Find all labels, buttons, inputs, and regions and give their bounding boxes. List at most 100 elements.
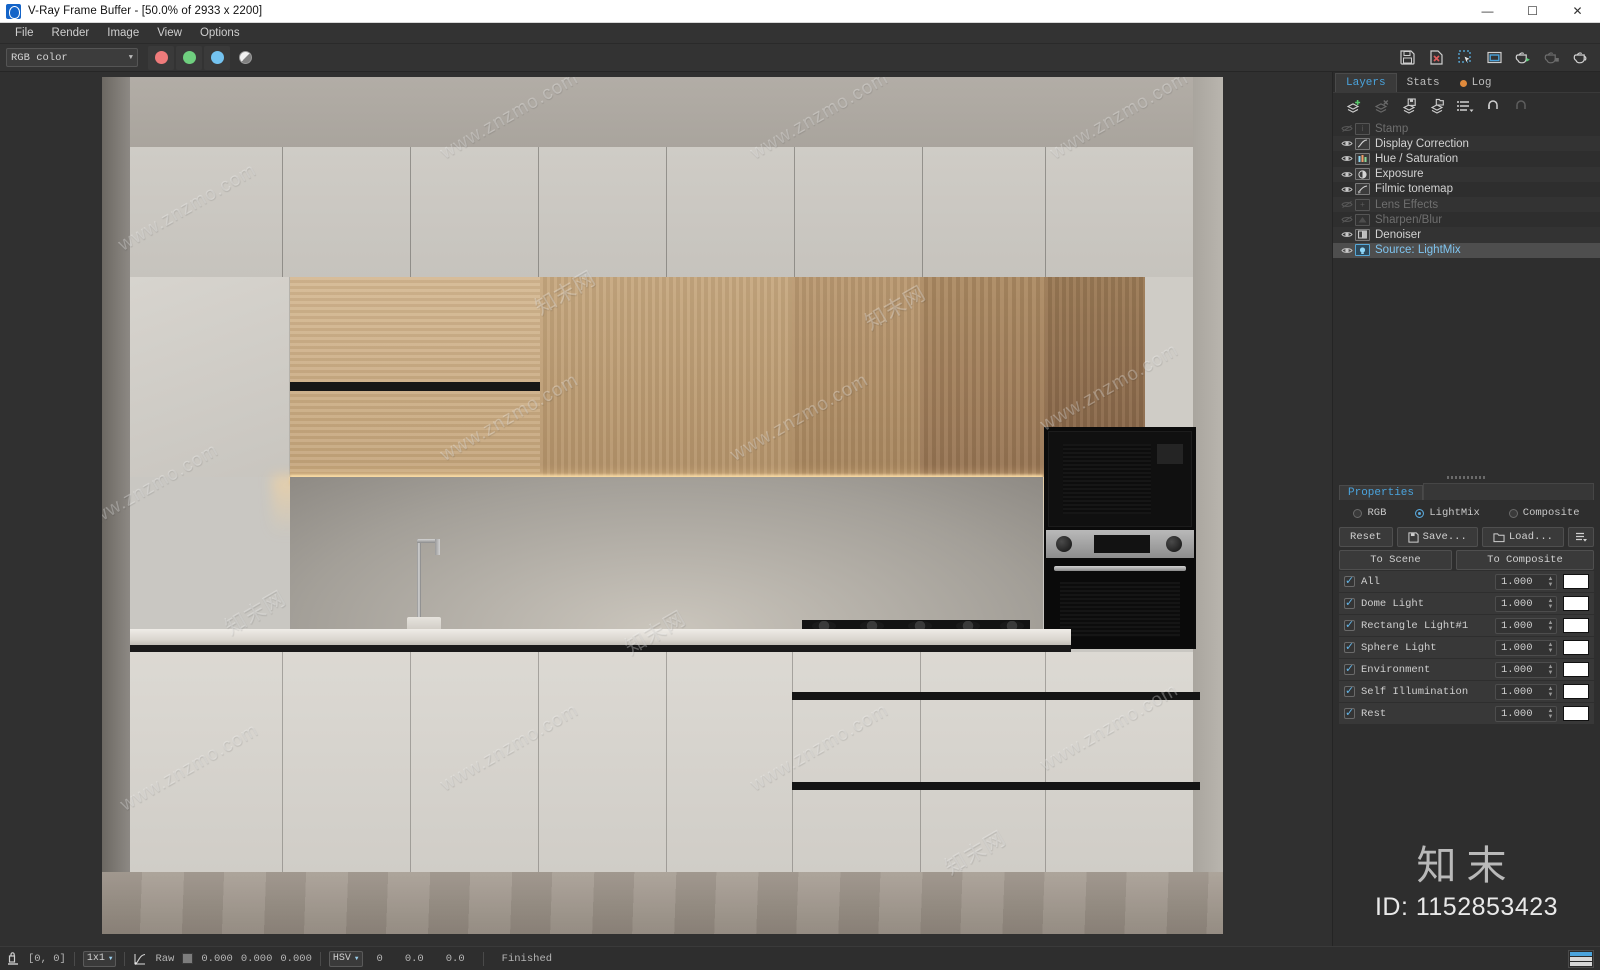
render-button[interactable] xyxy=(1568,46,1594,70)
clear-image-button[interactable] xyxy=(1423,46,1449,70)
lightmix-checkbox[interactable] xyxy=(1344,684,1355,698)
lightmix-checkbox[interactable] xyxy=(1344,662,1355,676)
delete-layer-button[interactable] xyxy=(1369,95,1395,117)
spinner-arrows-icon[interactable]: ▲ ▼ xyxy=(1545,686,1556,698)
menu-render[interactable]: Render xyxy=(43,25,99,41)
tab-log[interactable]: Log xyxy=(1450,74,1502,92)
menu-view[interactable]: View xyxy=(148,25,191,41)
render-last-button[interactable] xyxy=(1510,46,1536,70)
lightmix-intensity-input[interactable]: 1.000 ▲ ▼ xyxy=(1495,639,1557,656)
visibility-toggle-off-icon[interactable] xyxy=(1339,200,1355,209)
mode-lightmix[interactable]: LightMix xyxy=(1415,507,1480,519)
lightmix-color-swatch[interactable] xyxy=(1563,684,1589,700)
panel-splitter[interactable] xyxy=(1333,473,1600,483)
layer-row-selected[interactable]: Source: LightMix xyxy=(1333,242,1600,258)
lightmix-intensity-input[interactable]: 1.000 ▲ ▼ xyxy=(1495,705,1557,722)
presets-menu-button[interactable] xyxy=(1568,527,1595,548)
visibility-toggle-icon[interactable] xyxy=(1339,154,1355,163)
lightmix-color-swatch[interactable] xyxy=(1563,596,1589,612)
layer-row[interactable]: Display Correction xyxy=(1333,136,1600,152)
tab-layers[interactable]: Layers xyxy=(1335,73,1397,92)
lightmix-row[interactable]: Self Illumination 1.000 ▲▼ xyxy=(1339,681,1594,703)
minimize-button[interactable]: — xyxy=(1465,0,1510,23)
color-space-dropdown[interactable]: HSV ▼ xyxy=(328,950,363,967)
spinner-arrows-icon[interactable]: ▲ ▼ xyxy=(1545,598,1556,610)
main-toolbar: RGB color ▼ xyxy=(0,44,1600,72)
region-render-button[interactable] xyxy=(1452,46,1478,70)
lightmix-color-swatch[interactable] xyxy=(1563,662,1589,678)
visibility-toggle-icon[interactable] xyxy=(1339,185,1355,194)
layer-row[interactable]: i Stamp xyxy=(1333,121,1600,136)
to-scene-button[interactable]: To Scene xyxy=(1339,550,1452,571)
to-composite-button[interactable]: To Composite xyxy=(1455,550,1595,571)
green-channel-button[interactable] xyxy=(176,45,202,70)
layer-presets-button[interactable] xyxy=(1453,95,1479,117)
lightmix-intensity-input[interactable]: 1.000 ▲ ▼ xyxy=(1495,573,1557,590)
menu-image[interactable]: Image xyxy=(98,25,148,41)
layer-row[interactable]: + Lens Effects xyxy=(1333,196,1600,213)
blue-channel-button[interactable] xyxy=(204,45,230,70)
lightmix-row[interactable]: Rectangle Light#1 1.000 ▲▼ xyxy=(1339,615,1594,637)
layer-row[interactable]: Sharpen/Blur xyxy=(1333,212,1600,227)
layer-row[interactable]: Filmic tonemap xyxy=(1333,182,1600,197)
mode-rgb[interactable]: RGB xyxy=(1353,507,1386,519)
save-layers-button[interactable] xyxy=(1397,95,1423,117)
spinner-arrows-icon[interactable]: ▲ ▼ xyxy=(1545,642,1556,654)
tab-stats[interactable]: Stats xyxy=(1397,74,1450,92)
add-layer-button[interactable] xyxy=(1341,95,1367,117)
save-button[interactable]: Save... xyxy=(1396,527,1478,548)
curve-icon[interactable] xyxy=(133,952,147,966)
image-canvas[interactable]: www.znzmo.com www.znzmo.com www.znzmo.co… xyxy=(0,72,1332,946)
layer-row[interactable]: Exposure xyxy=(1333,166,1600,182)
lightmix-row[interactable]: Environment 1.000 ▲▼ xyxy=(1339,659,1594,681)
lightmix-color-swatch[interactable] xyxy=(1563,618,1589,634)
visibility-toggle-off-icon[interactable] xyxy=(1339,124,1355,133)
layer-row[interactable]: Denoiser xyxy=(1333,227,1600,243)
red-channel-button[interactable] xyxy=(148,45,174,70)
reset-button[interactable]: Reset xyxy=(1339,527,1393,548)
menu-options[interactable]: Options xyxy=(191,25,249,41)
lightmix-row[interactable]: All 1.000 ▲▼ xyxy=(1339,571,1594,593)
lightmix-intensity-input[interactable]: 1.000 ▲ ▼ xyxy=(1495,683,1557,700)
spinner-arrows-icon[interactable]: ▲ ▼ xyxy=(1545,708,1556,720)
sample-size-dropdown[interactable]: 1x1 ▼ xyxy=(82,950,117,967)
lightmix-checkbox[interactable] xyxy=(1344,640,1355,654)
lightmix-color-swatch[interactable] xyxy=(1563,706,1589,722)
spinner-arrows-icon[interactable]: ▲ ▼ xyxy=(1545,664,1556,676)
visibility-toggle-icon[interactable] xyxy=(1339,170,1355,179)
rendered-image[interactable]: www.znzmo.com www.znzmo.com www.znzmo.co… xyxy=(102,77,1223,934)
lightmix-checkbox[interactable] xyxy=(1344,574,1355,588)
stop-render-button[interactable] xyxy=(1539,46,1565,70)
lightmix-row[interactable]: Dome Light 1.000 ▲▼ xyxy=(1339,593,1594,615)
lightmix-color-swatch[interactable] xyxy=(1563,574,1589,590)
lightmix-intensity-input[interactable]: 1.000 ▲ ▼ xyxy=(1495,617,1557,634)
viewport-button[interactable] xyxy=(1481,46,1507,70)
channel-select-dropdown[interactable]: RGB color ▼ xyxy=(6,48,138,67)
mode-composite[interactable]: Composite xyxy=(1508,507,1580,519)
redo-button[interactable] xyxy=(1509,95,1535,117)
visibility-toggle-icon[interactable] xyxy=(1339,230,1355,239)
undo-button[interactable] xyxy=(1481,95,1507,117)
layer-row[interactable]: Hue / Saturation xyxy=(1333,151,1600,166)
visibility-toggle-icon[interactable] xyxy=(1339,139,1355,148)
menu-file[interactable]: File xyxy=(6,25,43,41)
lightmix-intensity-input[interactable]: 1.000 ▲ ▼ xyxy=(1495,595,1557,612)
load-layers-button[interactable] xyxy=(1425,95,1451,117)
visibility-toggle-off-icon[interactable] xyxy=(1339,215,1355,224)
close-button[interactable]: ✕ xyxy=(1555,0,1600,23)
save-image-button[interactable] xyxy=(1394,46,1420,70)
visibility-toggle-icon[interactable] xyxy=(1339,246,1355,255)
lightmix-row[interactable]: Rest 1.000 ▲▼ xyxy=(1339,703,1594,725)
maximize-button[interactable]: ☐ xyxy=(1510,0,1555,23)
spinner-arrows-icon[interactable]: ▲ ▼ xyxy=(1545,620,1556,632)
lightmix-color-swatch[interactable] xyxy=(1563,640,1589,656)
mini-histogram-icon[interactable] xyxy=(1568,949,1594,968)
lightmix-checkbox[interactable] xyxy=(1344,706,1355,720)
lightmix-row[interactable]: Sphere Light 1.000 ▲▼ xyxy=(1339,637,1594,659)
load-button[interactable]: Load... xyxy=(1481,527,1565,548)
alpha-channel-button[interactable] xyxy=(232,46,258,70)
lightmix-intensity-input[interactable]: 1.000 ▲ ▼ xyxy=(1495,661,1557,678)
spinner-arrows-icon[interactable]: ▲ ▼ xyxy=(1545,576,1556,588)
lightmix-checkbox[interactable] xyxy=(1344,596,1355,610)
lightmix-checkbox[interactable] xyxy=(1344,618,1355,632)
